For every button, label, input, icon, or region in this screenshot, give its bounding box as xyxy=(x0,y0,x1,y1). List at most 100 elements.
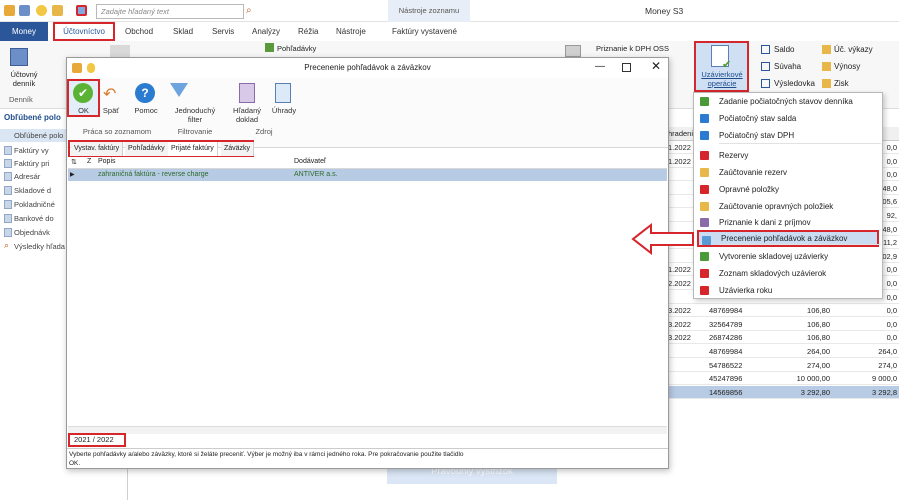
minimize-icon[interactable]: — xyxy=(595,61,605,72)
cell-number: 48769984 xyxy=(709,306,743,316)
payments-icon[interactable] xyxy=(275,83,291,103)
tab-prijate-faktury[interactable]: Prijaté faktúry xyxy=(168,142,218,156)
cell-number: 45247896 xyxy=(709,374,743,384)
saldo-button[interactable]: Saldo xyxy=(774,45,794,54)
zisk-button[interactable]: Zisk xyxy=(834,79,849,88)
uct-vykazy-button[interactable]: Úč. výkazy xyxy=(834,45,873,54)
left-item-adresar[interactable]: Adresár xyxy=(14,172,40,181)
tab-uctovnictvo[interactable]: Účtovníctvo xyxy=(53,22,115,41)
left-item-faktury-vy[interactable]: Faktúry vy xyxy=(14,146,49,155)
tab-obchod[interactable]: Obchod xyxy=(125,22,153,41)
cell-amount: 106,80 xyxy=(807,333,830,343)
menu-item[interactable]: Zaúčtovanie opravných položiek xyxy=(697,198,879,215)
left-item-oblubene[interactable]: Obľúbené polo xyxy=(14,131,63,140)
grid-row[interactable]: 3.2022 48769984 106,80 0,0 xyxy=(665,304,899,318)
folder-icon[interactable] xyxy=(52,5,63,16)
tab-pohladavky[interactable]: Pohľadávky xyxy=(125,142,169,156)
tab-nastroje[interactable]: Nástroje xyxy=(336,22,366,41)
left-item-vysledky[interactable]: Výsledky hľada xyxy=(14,242,65,251)
sort-icon[interactable]: ⇅ xyxy=(71,158,77,166)
left-item-pokladnicne[interactable]: Pokladničné xyxy=(14,200,55,209)
menu-item[interactable]: Vytvorenie skladovej uzávierky xyxy=(697,248,879,265)
cell-value: 0,0 xyxy=(886,319,897,329)
row-pointer-icon: ▶ xyxy=(70,172,75,178)
priznanie-dph-oss-button[interactable]: Priznanie k DPH OSS xyxy=(596,44,669,53)
menu-item-label: Uzávierka roku xyxy=(719,286,773,295)
search-input[interactable]: Zadajte hľadaný text xyxy=(96,4,244,19)
back-arrow-icon[interactable]: ↶ xyxy=(103,84,116,104)
pohladavky-button[interactable]: Pohľadávky xyxy=(277,44,316,53)
spat-button[interactable]: Späť xyxy=(99,106,123,115)
document-icon xyxy=(4,186,12,195)
hladany-doklad-button[interactable]: Hľadaný doklad xyxy=(227,106,267,124)
menu-item-label: Zaúčtovanie opravných položiek xyxy=(719,202,834,211)
saldo-icon xyxy=(761,45,770,54)
col-z[interactable]: Z xyxy=(87,158,91,165)
jednoduchy-filter-button[interactable]: Jednoduchý filter xyxy=(167,106,223,124)
tab-sklad[interactable]: Sklad xyxy=(173,22,193,41)
red-arrow-icon xyxy=(631,223,694,255)
grid-row[interactable]: 48769984 264,00 264,0 xyxy=(665,345,899,358)
grid-row[interactable]: 14569856 3 292,80 3 292,8 xyxy=(665,385,899,399)
menu-item[interactable]: Zaúčtovanie rezerv xyxy=(697,164,879,181)
pomoc-button[interactable]: Pomoc xyxy=(129,106,163,115)
menu-item[interactable]: Priznanie k dani z príjmov xyxy=(697,214,879,231)
precenenie-dialog: Precenenie pohľadávok a záväzkov — ✕ ✔ O… xyxy=(66,57,669,469)
left-item-bankove[interactable]: Bankové do xyxy=(14,214,54,223)
menu-item[interactable]: Zoznam skladových uzávierok xyxy=(697,265,879,282)
cell-value: 264,0 xyxy=(878,347,897,356)
funnel-icon[interactable] xyxy=(170,83,188,97)
cell-amount: 106,80 xyxy=(807,306,830,316)
menu-item-icon xyxy=(700,252,709,261)
uhrady-button[interactable]: Úhrady xyxy=(267,106,301,115)
uct-vykazy-icon xyxy=(822,45,831,54)
menu-item[interactable]: Počiatočný stav salda xyxy=(697,110,879,127)
filter-icon[interactable] xyxy=(76,5,87,16)
vysledovka-button[interactable]: Výsledovka xyxy=(774,79,815,88)
tab-money[interactable]: Money xyxy=(0,22,48,41)
tab-faktury-vystavene[interactable]: Faktúry vystavené xyxy=(392,22,457,41)
menu-item[interactable]: Opravné položky xyxy=(697,181,879,198)
menu-item-icon xyxy=(700,185,709,194)
cell-amount: 264,00 xyxy=(807,347,830,356)
cell-date: 3.2022 xyxy=(668,306,691,316)
menu-item[interactable]: Rezervy xyxy=(697,147,879,164)
col-dodavatel[interactable]: Dodávateľ xyxy=(294,158,326,165)
menu-separator xyxy=(719,143,881,144)
suvaha-button[interactable]: Súvaha xyxy=(774,62,801,71)
col-popis[interactable]: Popis xyxy=(98,158,116,165)
left-item-faktury-pri[interactable]: Faktúry pri xyxy=(14,159,49,168)
vynosy-button[interactable]: Výnosy xyxy=(834,62,860,71)
document-search-icon[interactable] xyxy=(239,83,255,103)
tab-zavazky[interactable]: Záväzky xyxy=(221,142,255,156)
tab-vystav-faktury[interactable]: Vystav. faktúry xyxy=(71,142,124,156)
ok-label: OK xyxy=(78,106,89,115)
document-icon xyxy=(4,159,12,168)
grid-row[interactable]: 45247896 10 000,00 9 000,0 xyxy=(665,372,899,386)
dialog-title: Precenenie pohľadávok a záväzkov xyxy=(304,63,431,72)
grid-row[interactable]: 3.2022 26874286 106,80 0,0 xyxy=(665,331,899,345)
search-icon[interactable]: ⌕ xyxy=(246,5,252,16)
lightbulb-icon[interactable] xyxy=(36,5,47,16)
cell-number: 48769984 xyxy=(709,347,743,356)
tab-servis[interactable]: Servis xyxy=(212,22,234,41)
menu-item[interactable]: Počiatočný stav DPH xyxy=(697,127,879,144)
horizontal-scrollbar[interactable] xyxy=(68,426,667,434)
close-icon[interactable]: ✕ xyxy=(651,59,661,73)
tab-analyzy[interactable]: Analýzy xyxy=(252,22,280,41)
help-icon[interactable]: ? xyxy=(135,83,155,103)
grid-row[interactable]: 3.2022 32564789 106,80 0,0 xyxy=(665,318,899,331)
left-item-skladove[interactable]: Skladové d xyxy=(14,186,51,195)
menu-item[interactable]: Zadanie počiatočných stavov denníka xyxy=(697,93,879,110)
menu-item-label: Rezervy xyxy=(719,151,749,160)
year-tabs[interactable]: 2021 / 2022 xyxy=(68,433,126,447)
group-zdroj: Zdroj xyxy=(255,127,273,136)
tab-rezia[interactable]: Réžia xyxy=(298,22,318,41)
maximize-icon[interactable] xyxy=(622,63,631,72)
ucetny-dennik-button[interactable]: Účtovný denník xyxy=(4,70,44,88)
menu-item[interactable]: Uzávierka roku xyxy=(697,282,879,299)
grid-row[interactable]: 54786522 274,00 274,0 xyxy=(665,359,899,372)
left-item-objednavky[interactable]: Objednávk xyxy=(14,228,50,237)
save-icon[interactable] xyxy=(19,5,30,16)
document-icon xyxy=(4,200,12,209)
